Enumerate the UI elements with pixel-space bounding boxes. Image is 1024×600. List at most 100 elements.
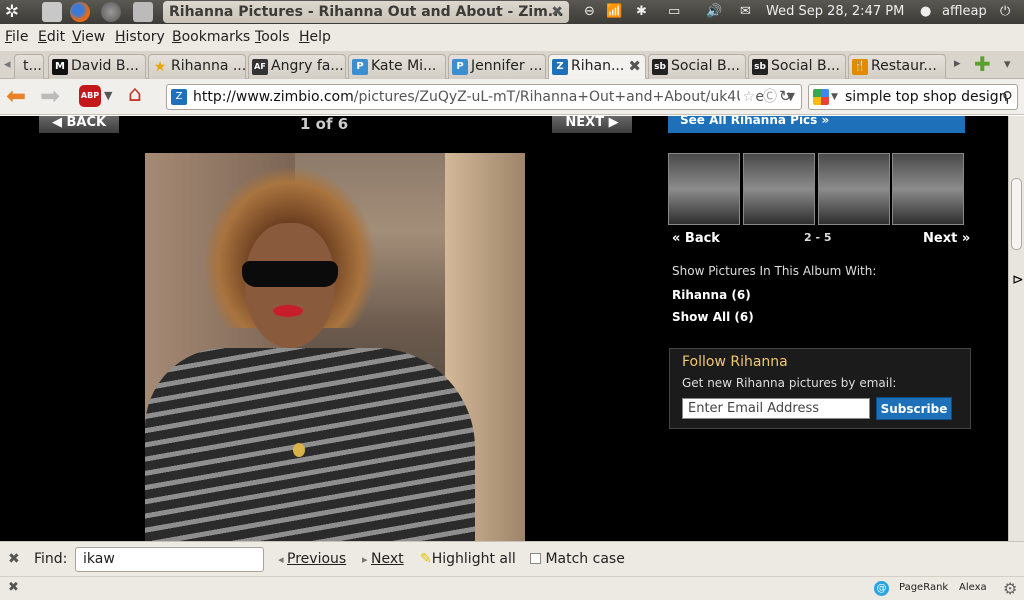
thumbnail-1[interactable] <box>668 153 740 225</box>
thumbs-back-link[interactable]: « Back <box>672 231 720 246</box>
page-icon[interactable]: Ⓒ <box>763 85 777 109</box>
adblock-dropdown-icon[interactable]: ▼ <box>104 89 112 102</box>
close-status-icon[interactable]: ✖ <box>8 580 19 595</box>
find-input[interactable]: ikaw <box>75 547 264 572</box>
alexa-label[interactable]: Alexa <box>959 582 987 593</box>
search-engine-dropdown-icon[interactable]: ▼ <box>831 85 838 109</box>
reload-icon[interactable]: ↻ <box>779 87 792 105</box>
tab-4[interactable]: P Kate Mi... <box>348 54 446 79</box>
lips <box>273 305 303 317</box>
home-icon[interactable]: ⌂ <box>128 82 142 107</box>
tab-3[interactable]: AF Angry fa... <box>248 54 346 79</box>
menu-edit[interactable]: Edit <box>38 29 65 45</box>
tab-favicon-icon: P <box>452 59 468 75</box>
highlight-all-button[interactable]: ✎Highlight all <box>420 551 516 567</box>
menu-view[interactable]: View <box>72 29 105 45</box>
back-button-label: BACK <box>66 116 107 130</box>
vertical-scrollbar[interactable] <box>1008 116 1024 541</box>
menu-history[interactable]: History <box>115 29 165 45</box>
search-box[interactable]: ▼ simple top shop design ⚲ <box>808 84 1018 110</box>
menu-file[interactable]: File <box>5 29 28 45</box>
wifi-icon[interactable]: 📶 <box>606 0 622 24</box>
close-find-bar-icon[interactable]: ✖ <box>8 551 20 567</box>
tab-scroll-right-icon[interactable]: ▸ <box>954 56 961 71</box>
subscribe-button[interactable]: Subscribe <box>876 397 952 420</box>
ubuntu-logo-icon[interactable]: ✲ <box>2 2 22 22</box>
find-next-button[interactable]: ▸ Next <box>362 551 404 567</box>
tab-list-icon[interactable]: ▾ <box>1004 57 1011 72</box>
adblock-icon[interactable]: ABP <box>79 85 101 107</box>
status-gear-icon[interactable]: ⚙ <box>1003 579 1017 598</box>
see-all-rihanna-pics-link[interactable]: See All Rihanna Pics » <box>668 116 965 133</box>
back-button[interactable]: ◀ BACK <box>39 116 119 133</box>
follow-title: Follow Rihanna <box>682 354 788 370</box>
clock[interactable]: Wed Sep 28, 2:47 PM <box>766 0 904 24</box>
tab-label: Angry fa... <box>271 58 344 74</box>
zimbio-favicon-icon: Z <box>552 59 568 75</box>
close-window-icon[interactable]: ✖ <box>551 1 563 23</box>
tab-label: Kate Mi... <box>371 58 437 74</box>
menu-help[interactable]: Help <box>299 29 331 45</box>
photo-sweater <box>145 348 475 541</box>
power-icon[interactable]: ⏻ <box>1000 0 1010 24</box>
tab-scroll-left-icon[interactable]: ◂ <box>4 57 11 72</box>
tab-9[interactable]: 🍴 Restaur... <box>848 54 946 79</box>
tab-6-active[interactable]: Z Rihan... ✖ <box>548 54 646 80</box>
tab-8[interactable]: sb Social B... <box>748 54 846 79</box>
settings-app-icon[interactable] <box>101 2 121 22</box>
tab-0[interactable]: t... <box>14 54 44 79</box>
tab-1[interactable]: M David B... <box>48 54 146 79</box>
url-path: /pictures/ZuQyZ-uL-mT/Rihanna+Out+and+Ab… <box>353 89 764 105</box>
forward-arrow-icon[interactable]: ➡ <box>40 82 60 110</box>
album-item-rihanna[interactable]: Rihanna (6) <box>672 288 751 302</box>
thumbs-next-link[interactable]: Next » <box>923 231 970 246</box>
scrollbar-thumb[interactable] <box>1011 178 1022 250</box>
pagerank-label[interactable]: PageRank <box>899 582 948 593</box>
user-icon[interactable]: ● <box>920 0 931 24</box>
menu-tools[interactable]: Tools <box>255 29 290 45</box>
menu-bookmarks[interactable]: Bookmarks <box>172 29 250 45</box>
tab-2[interactable]: ★ Rihanna ... <box>148 54 246 79</box>
tab-5[interactable]: P Jennifer ... <box>448 54 546 79</box>
back-arrow-icon[interactable]: ⬅ <box>6 82 26 110</box>
search-icon[interactable]: ⚲ <box>1002 85 1013 109</box>
volume-icon[interactable]: 🔊 <box>706 0 722 24</box>
thumbnail-2[interactable] <box>743 153 815 225</box>
thumbnail-3[interactable] <box>818 153 890 225</box>
previous-arrow-icon: ◂ <box>278 553 288 566</box>
tab-favicon-icon: sb <box>652 59 668 75</box>
tab-7[interactable]: sb Social B... <box>648 54 746 79</box>
files-app-icon[interactable] <box>133 2 153 22</box>
right-triangle-icon: ▶ <box>604 116 619 130</box>
text-editor-icon[interactable] <box>42 2 62 22</box>
close-tab-icon[interactable]: ✖ <box>628 55 641 78</box>
new-tab-icon[interactable]: ✚ <box>974 52 991 76</box>
follow-box: Follow Rihanna Get new Rihanna pictures … <box>669 348 971 429</box>
window-title-text: Rihanna Pictures - Rihanna Out and About… <box>169 4 564 20</box>
at-icon[interactable]: @ <box>874 581 889 596</box>
match-case-checkbox[interactable]: Match case <box>530 551 625 567</box>
user-name[interactable]: affleap <box>942 0 987 24</box>
tab-favicon-icon: sb <box>752 59 768 75</box>
bluetooth-icon[interactable]: ✱ <box>636 0 647 24</box>
thumbnail-4[interactable] <box>892 153 964 225</box>
bookmark-star-icon[interactable]: ☆ <box>740 85 755 109</box>
tab-bar: ◂ t... M David B... ★ Rihanna ... AF Angry … <box>0 52 1024 80</box>
tab-label: Rihanna ... <box>171 58 246 74</box>
album-item-show-all[interactable]: Show All (6) <box>672 310 754 324</box>
next-button[interactable]: NEXT ▶ <box>552 116 632 133</box>
mouse-cursor-icon: ⊳ <box>1012 272 1024 288</box>
email-field[interactable]: Enter Email Address <box>682 398 870 419</box>
mail-icon[interactable]: ✉ <box>740 0 751 24</box>
firefox-icon[interactable] <box>70 2 90 22</box>
url-bar[interactable]: Z http://www.zimbio.com/pictures/ZuQyZ-u… <box>166 84 802 110</box>
left-triangle-icon: ◀ <box>51 116 67 130</box>
navigation-bar: ⬅ ➡ ABP ▼ ⌂ Z http://www.zimbio.com/pict… <box>0 79 1024 115</box>
google-icon[interactable] <box>813 89 829 105</box>
tab-favicon-icon: AF <box>252 59 268 75</box>
battery-icon[interactable]: ▭ <box>668 0 680 24</box>
main-photo[interactable] <box>145 153 525 541</box>
next-button-label: NEXT <box>565 116 605 130</box>
minus-circle-icon[interactable]: ⊖ <box>584 0 595 24</box>
find-previous-button[interactable]: ◂ Previous <box>278 551 346 567</box>
